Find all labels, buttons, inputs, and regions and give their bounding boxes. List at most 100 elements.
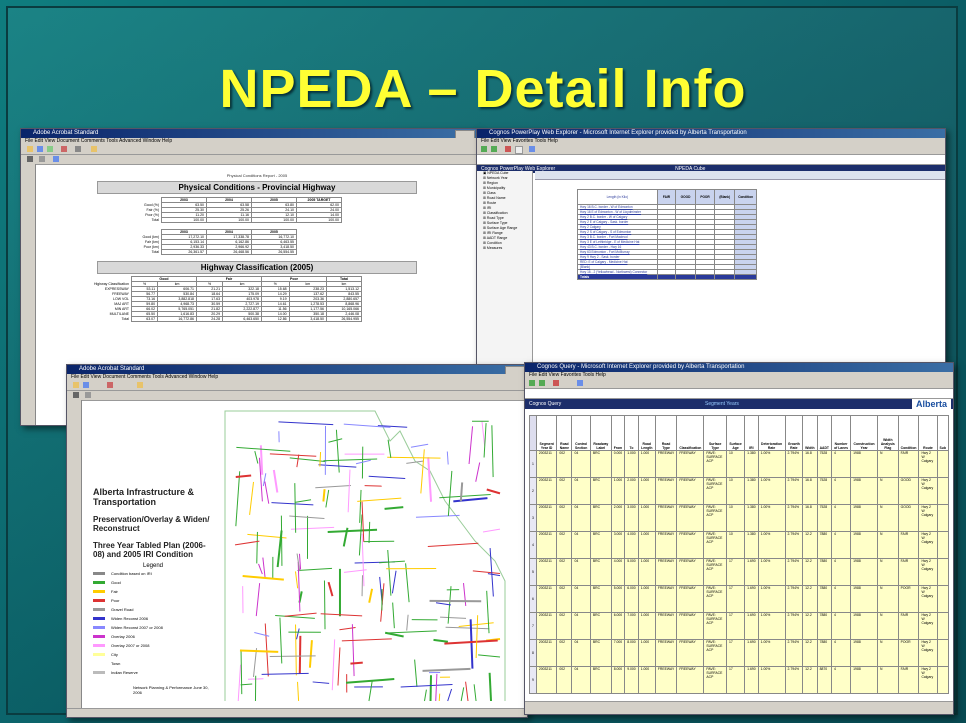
road-segment (312, 681, 330, 684)
grid-cell: 7880 (816, 639, 832, 667)
grid-cell: 4 (830, 450, 852, 478)
pdf-toolbar-2 (21, 155, 477, 165)
grid-cell: 04 (571, 531, 591, 559)
road-segment (384, 506, 404, 510)
grid-row-number: 8 (529, 639, 537, 667)
grid-row: 1 2003211 002 04 BRC 0.000 1.000 1.000 FREEWAY FR… (529, 450, 949, 478)
legend-label: Overlay 2006 (111, 634, 135, 639)
grid-cell: PAVE: SURFACE ACP (703, 477, 728, 505)
legend-item: Overlay 2006 (93, 632, 213, 641)
road-segment (475, 615, 479, 659)
grid-cell: 7880 (816, 558, 832, 586)
legend-swatch (93, 662, 105, 665)
grid-cell: 1.690 (744, 558, 759, 586)
road-segment (319, 451, 322, 467)
map-footer: Network Planning & Performance June 30, … (133, 685, 209, 695)
grid-cell: 2.794% (784, 558, 804, 586)
grid-cell: PAVE: SURFACE ACP (703, 450, 728, 478)
grid-cell: 2.794% (784, 531, 804, 559)
grid-row: 6 2003211 002 04 BRC 5.000 6.000 1.000 FREEWAY FR… (529, 585, 949, 613)
map-subtitle-2: Three Year Tabled Plan (2006-08) and 200… (93, 541, 206, 559)
grid-cell: FREEWAY (676, 477, 705, 505)
table-row: EXPRESSWAY 53.11 606.71 21.21 322.18 15.68 238… (77, 286, 362, 292)
table-cell: 100.00 (206, 217, 252, 223)
map-screenshot: Adobe Acrobat Standard File Edit View Do… (66, 364, 528, 718)
segment-years-table: Segment Year ID Road Name Control Section R… (529, 415, 949, 694)
grid-cell: 002 (556, 531, 573, 559)
crosstab-col-header: (Blank) (714, 189, 736, 205)
grid-cell: PAVE: SURFACE ACP (703, 612, 728, 640)
legend-swatch (93, 635, 105, 638)
grid-cell: 1.000 (637, 666, 656, 694)
grid-row-number: 4 (529, 531, 537, 559)
grid-cell: BRC (589, 477, 612, 505)
road-segment (387, 439, 392, 458)
road-segment (339, 626, 356, 631)
grid-cell: 9.000 (624, 666, 639, 694)
road-segment (347, 469, 351, 513)
grid-cell: FAIR (897, 450, 920, 478)
road-segment (446, 451, 449, 465)
road-segment (460, 687, 465, 702)
legend-swatch (93, 617, 105, 620)
road-segment (264, 623, 269, 677)
ie-toolbar (477, 145, 945, 155)
grid-cell: PAVE: SURFACE ACP (703, 531, 728, 559)
query-app-header: Cognos Query Segment Years Alberta (525, 399, 953, 409)
grid-cell: BRC (589, 450, 612, 478)
grid-cell: 16.8 (802, 504, 818, 532)
road-segment (239, 649, 279, 653)
table-cell: 63.07 (130, 316, 159, 322)
dimension-bar[interactable] (535, 171, 945, 180)
grid-cell: 04 (571, 450, 591, 478)
grid-cell: 17 (726, 585, 746, 613)
grid-cell (936, 585, 949, 613)
ie-address-bar[interactable] (477, 155, 945, 165)
legend-swatch (93, 590, 105, 593)
crosstab-col-header: FAIR (656, 189, 677, 205)
grid-cell (936, 558, 949, 586)
road-segment (322, 489, 326, 502)
grid-cell: 1988 (850, 666, 879, 694)
crosstab-total-cell (675, 274, 696, 280)
road-segment (445, 626, 490, 630)
grid-cell: N (877, 585, 899, 613)
legend-item: Condition based on IRI (93, 569, 213, 578)
alberta-road-map (224, 410, 506, 702)
map-legend: Condition based on IRI Good Fair Poor Gravel… (93, 569, 213, 677)
crosstab-row-label[interactable]: Hwy 16 - 2 (Yellowhead - Northwest) Conn… (577, 269, 658, 275)
grid-cell: 10 (726, 450, 746, 478)
grid-cell: 1.380 (744, 531, 759, 559)
grid-cell: 7528 (816, 477, 832, 505)
grid-cell: 12.2 (802, 612, 818, 640)
road-segment (473, 684, 477, 702)
road-segment (240, 649, 243, 695)
road-segment (433, 638, 449, 643)
grid-cell: 04 (571, 585, 591, 613)
tree-item[interactable]: ⊞ Measures (477, 246, 532, 251)
row-label: Total (151, 250, 159, 254)
pdf-toolbar (21, 145, 477, 155)
grid-cell: 1.00% (757, 477, 786, 505)
grid-cell: 10 (726, 531, 746, 559)
grid-cell (936, 666, 949, 694)
query-address-bar[interactable] (525, 389, 953, 399)
grid-col-header: Road Type (654, 415, 678, 451)
road-segment (289, 515, 325, 519)
grid-col-header: Classification (676, 415, 705, 451)
grid-cell: 16.8 (802, 477, 818, 505)
grid-cell: 1.000 (610, 477, 626, 505)
grid-cell: 2.794% (784, 504, 804, 532)
grid-cell: 5.000 (610, 585, 626, 613)
legend-label: Widen Reconst 2006 (111, 616, 149, 621)
road-segment (384, 631, 404, 638)
map-title-block: Alberta Infrastructure & Transportation … (93, 487, 213, 695)
grid-cell (936, 477, 949, 505)
grid-row: 5 2003211 002 04 BRC 4.000 5.000 1.000 FREEWAY FR… (529, 558, 949, 586)
condition-percent-table: 2003 2004 2005 2005 TARGET Good (%) 63.50 63.5… (117, 197, 342, 223)
grid-col-header: To (624, 415, 639, 451)
grid-cell: 4.000 (624, 531, 639, 559)
grid-col-header: Road Length (637, 415, 656, 451)
grid-cell: Hwy 2 W Calgary (918, 585, 938, 613)
legend-label: Good (111, 580, 121, 585)
